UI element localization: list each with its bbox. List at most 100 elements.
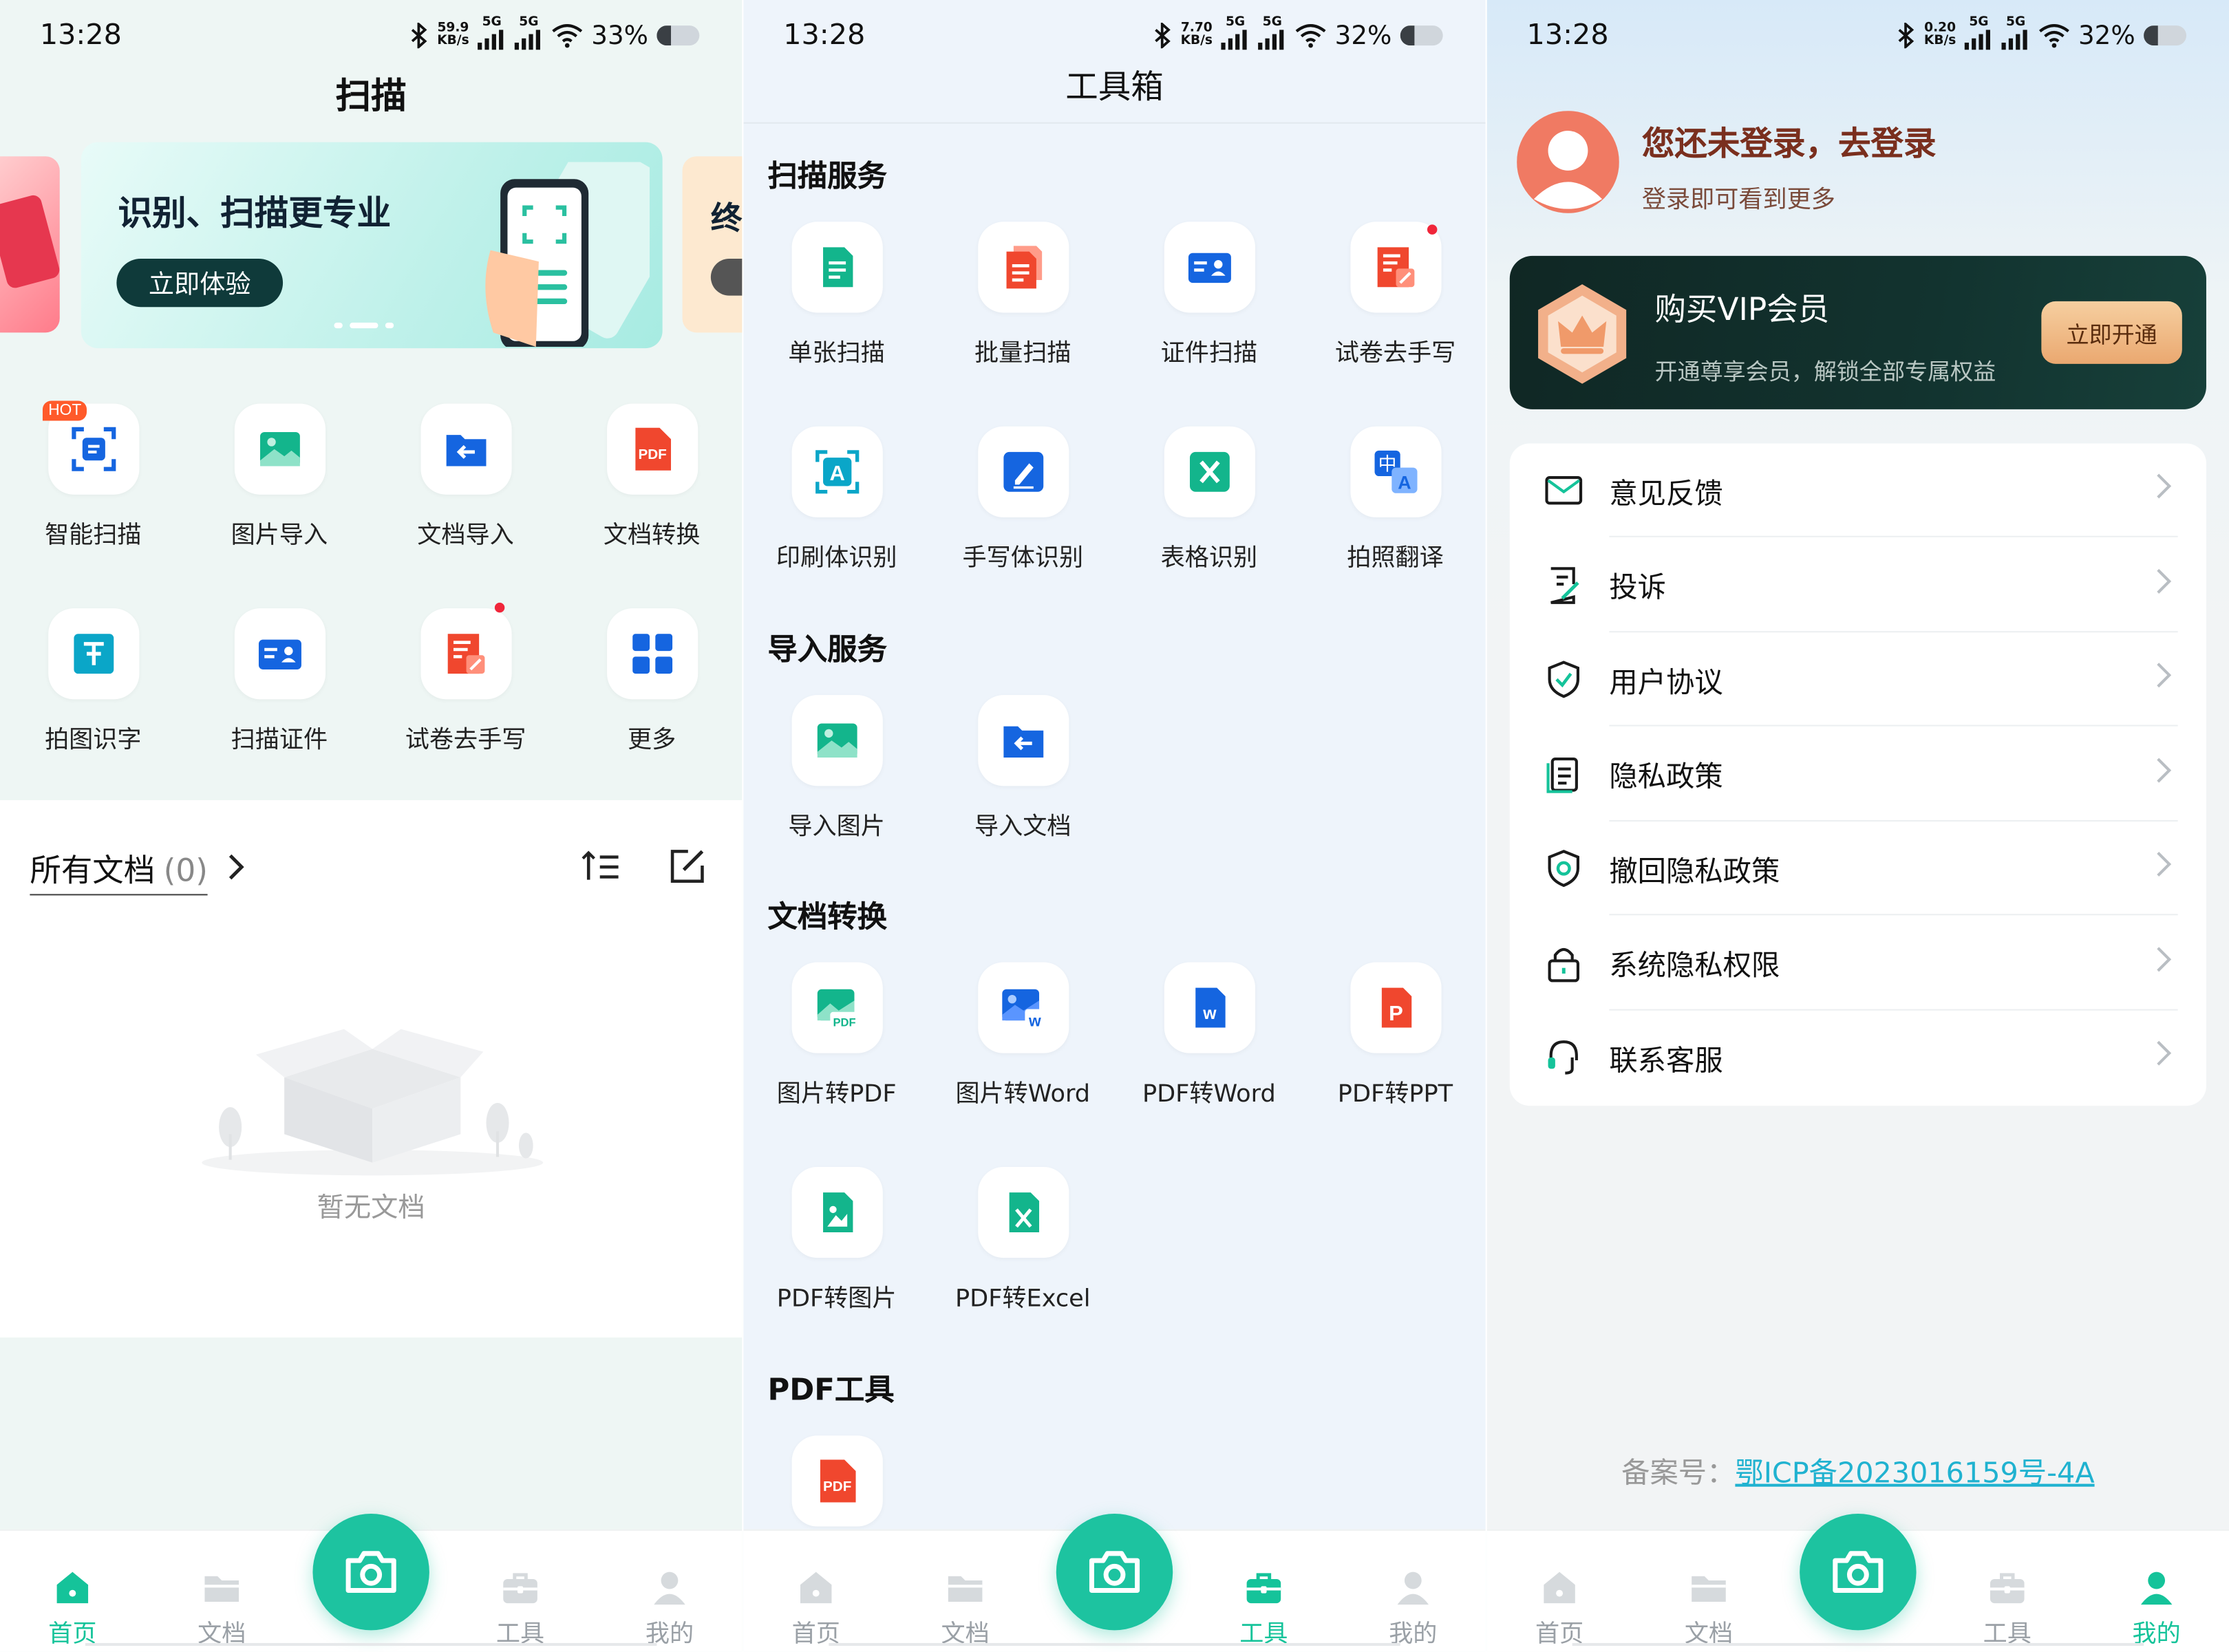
- camera-scan-button[interactable]: [1800, 1513, 1917, 1631]
- signal-icon: [478, 30, 506, 50]
- tab-documents[interactable]: 文档: [915, 1562, 1015, 1649]
- home-icon: [795, 1566, 838, 1609]
- tab-home[interactable]: 首页: [1510, 1562, 1610, 1649]
- image-import-icon: [233, 403, 326, 495]
- banner-next-card[interactable]: 终: [682, 156, 743, 333]
- tab-home[interactable]: 首页: [766, 1562, 866, 1649]
- crown-badge-icon: [1538, 284, 1627, 384]
- all-docs-link[interactable]: 所有文档 (0): [30, 846, 208, 896]
- chevron-right-icon[interactable]: [224, 851, 247, 882]
- vip-card[interactable]: 购买VIP会员 开通尊享会员，解锁全部专属权益 立即开通: [1509, 255, 2206, 409]
- menu-item[interactable]: 撤回隐私政策: [1544, 822, 2178, 916]
- tool-item[interactable]: 证件扫描: [1116, 222, 1303, 368]
- tab-documents[interactable]: 文档: [172, 1562, 272, 1649]
- tab-tools[interactable]: 工具: [471, 1562, 570, 1649]
- text-recognition-icon: [47, 608, 139, 700]
- feature-exam-erase[interactable]: 试卷去手写: [372, 602, 559, 755]
- tool-item[interactable]: w 图片转Word: [930, 962, 1116, 1108]
- tool-item[interactable]: PDF 图片转PDF: [743, 962, 930, 1108]
- tab-profile[interactable]: 我的: [2107, 1562, 2206, 1649]
- sort-list-icon[interactable]: [580, 848, 623, 888]
- tool-label: 导入图片: [788, 813, 885, 841]
- exam-erase-icon: [1350, 222, 1441, 313]
- bluetooth-icon: [1154, 23, 1170, 49]
- tab-profile[interactable]: 我的: [620, 1562, 720, 1649]
- banner-try-button[interactable]: 立即体验: [116, 258, 284, 308]
- feature-document-import[interactable]: 文档导入: [372, 403, 559, 550]
- img-pdf-icon: PDF: [791, 962, 882, 1053]
- tool-item[interactable]: 单张扫描: [743, 222, 930, 368]
- img-word-icon: w: [977, 962, 1069, 1053]
- image-icon: [791, 695, 882, 786]
- user-icon: [1391, 1566, 1434, 1609]
- bluetooth-icon: [1897, 23, 1914, 49]
- handwrite-icon: [977, 426, 1069, 517]
- tool-item[interactable]: PDF转Excel: [930, 1166, 1116, 1313]
- exam-erase-icon: [420, 608, 511, 700]
- document-import-icon: [420, 403, 511, 495]
- bottom-tab-bar: 首页 文档 工具 我的: [743, 1513, 1486, 1652]
- tool-item[interactable]: 导入文档: [930, 695, 1116, 841]
- icp-link[interactable]: 鄂ICP备2023016159号-4A: [1735, 1455, 2094, 1490]
- login-title[interactable]: 您还未登录，去登录: [1642, 116, 1937, 164]
- empty-box-illustration: [202, 1029, 544, 1176]
- banner-card[interactable]: 识别、扫描更专业 立即体验: [81, 142, 663, 349]
- tool-item[interactable]: 表格识别: [1116, 426, 1303, 572]
- vip-open-button[interactable]: 立即开通: [2041, 301, 2182, 364]
- svg-text:A: A: [829, 461, 844, 485]
- tool-item[interactable]: 中 A 拍照翻译: [1302, 426, 1485, 572]
- page-title: 扫描: [335, 75, 407, 117]
- tab-tools[interactable]: 工具: [1957, 1562, 2057, 1649]
- signal-icon: [2001, 30, 2029, 50]
- feature-text-recognition[interactable]: 拍图识字: [0, 608, 186, 755]
- tool-item[interactable]: P PDF转PPT: [1302, 962, 1485, 1108]
- edit-icon[interactable]: [668, 846, 708, 886]
- tool-label: 试卷去手写: [1334, 339, 1456, 369]
- section-title: 文档转换: [767, 899, 887, 934]
- tool-item[interactable]: A 印刷体识别: [743, 426, 930, 572]
- banner-headline: 识别、扫描更专业: [118, 193, 392, 233]
- avatar[interactable]: [1517, 111, 1619, 213]
- tab-documents[interactable]: 文档: [1659, 1562, 1759, 1649]
- ocr-print-icon: A: [791, 426, 882, 517]
- menu-item[interactable]: 投诉: [1544, 538, 2178, 632]
- tool-item[interactable]: PDF转图片: [743, 1166, 930, 1313]
- menu-item[interactable]: 隐私政策: [1544, 727, 2178, 821]
- svg-text:PDF: PDF: [822, 1479, 851, 1494]
- tool-item[interactable]: PDF: [743, 1435, 930, 1527]
- tool-label: 导入文档: [974, 813, 1071, 841]
- feature-image-import[interactable]: 图片导入: [186, 403, 373, 550]
- tab-profile[interactable]: 我的: [1363, 1562, 1463, 1649]
- camera-scan-button[interactable]: [1056, 1513, 1173, 1631]
- svg-text:w: w: [1027, 1011, 1041, 1029]
- documents-section: 所有文档 (0) 暂无文档: [0, 800, 743, 1338]
- feature-id-card[interactable]: 扫描证件: [186, 608, 373, 755]
- batch-scan-icon: [977, 222, 1069, 313]
- feature-pdf-convert[interactable]: PDF 文档转换: [559, 403, 742, 550]
- empty-docs-text: 暂无文档: [317, 1192, 425, 1224]
- mail-icon: [1544, 471, 1609, 511]
- translate-icon: 中A: [1350, 426, 1441, 517]
- tool-item[interactable]: 手写体识别: [930, 426, 1116, 572]
- tab-tools[interactable]: 工具: [1214, 1562, 1314, 1649]
- network-type-label: 5G: [1262, 15, 1282, 30]
- bottom-tab-bar: 首页 文档 工具 我的: [0, 1513, 743, 1652]
- menu-item[interactable]: 系统隐私权限: [1544, 916, 2178, 1010]
- tool-item[interactable]: w PDF转Word: [1116, 962, 1303, 1108]
- banner-prev-card[interactable]: [0, 156, 62, 333]
- tool-label: PDF转Excel: [954, 1285, 1091, 1313]
- feature-more-grid[interactable]: 更多: [559, 608, 742, 755]
- user-icon: [648, 1566, 691, 1609]
- menu-item[interactable]: 意见反馈: [1544, 443, 2178, 537]
- tool-item[interactable]: 批量扫描: [930, 222, 1116, 368]
- tab-home[interactable]: 首页: [23, 1562, 122, 1649]
- toolbox-screen: 13:28 7.70 KB/s 5G 5G 32% 工具箱 扫描服务 单张扫描 批量扫…: [743, 0, 1486, 1652]
- menu-item[interactable]: 用户协议: [1544, 632, 2178, 727]
- menu-item[interactable]: 联系客服: [1544, 1011, 2172, 1104]
- tool-item[interactable]: 试卷去手写: [1302, 222, 1485, 368]
- tool-item[interactable]: 导入图片: [743, 695, 930, 841]
- menu-divider: [1609, 1008, 2178, 1010]
- vip-subtitle: 开通尊享会员，解锁全部专属权益: [1654, 358, 1996, 385]
- camera-scan-button[interactable]: [312, 1513, 429, 1631]
- feature-smart-scan[interactable]: HOT 智能扫描: [0, 400, 186, 550]
